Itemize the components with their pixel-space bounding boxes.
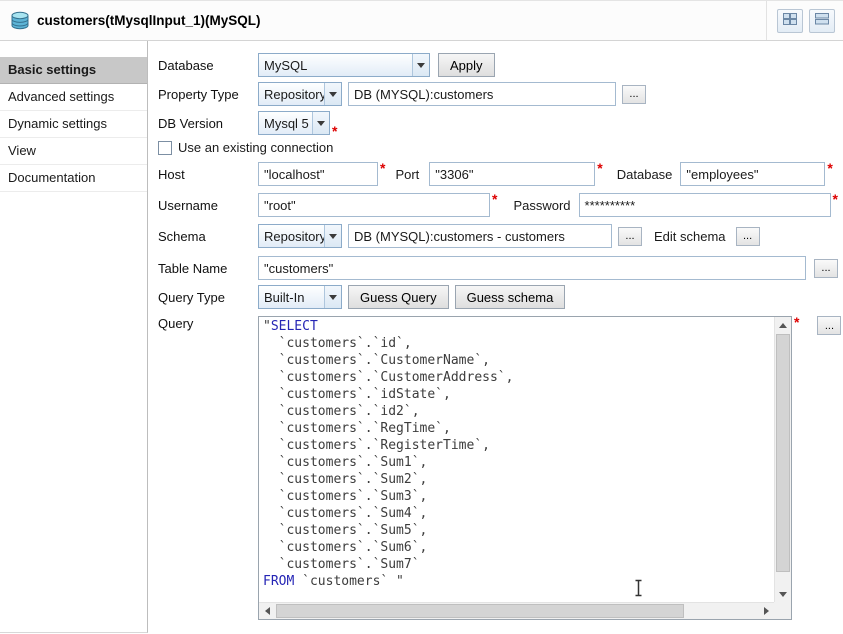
host-row: Host "localhost" * Port "3306" * Databas… (158, 162, 837, 186)
username-label: Username (158, 198, 258, 213)
password-field[interactable]: ********** (579, 193, 831, 217)
database-icon (10, 11, 30, 30)
guess-query-button[interactable]: Guess Query (348, 285, 449, 309)
query-row: Query "SELECT `customers`.`id`, `custome… (158, 316, 837, 620)
required-marker: * (597, 162, 602, 174)
query-type-label: Query Type (158, 290, 258, 305)
query-label: Query (158, 316, 258, 331)
titlebar-buttons (766, 1, 835, 40)
query-text[interactable]: "SELECT `customers`.`id`, `customers`.`C… (259, 317, 774, 602)
property-type-label: Property Type (158, 87, 258, 102)
edit-schema-button[interactable]: ... (736, 227, 760, 246)
scroll-up-icon[interactable] (775, 317, 791, 333)
horizontal-scrollbar[interactable] (259, 602, 774, 619)
use-existing-connection-label: Use an existing connection (178, 140, 333, 155)
property-type-row: Property Type Repository DB (MYSQL):cust… (158, 82, 837, 106)
sidebar-item-documentation[interactable]: Documentation (0, 165, 147, 192)
existing-connection-row: Use an existing connection (158, 140, 837, 155)
required-marker: * (492, 193, 497, 205)
table-name-browse-button[interactable]: ... (814, 259, 838, 278)
property-type-select[interactable]: Repository (258, 82, 342, 106)
settings-sidebar: Basic settings Advanced settings Dynamic… (0, 41, 148, 633)
query-browse-button[interactable]: ... (817, 316, 841, 335)
query-type-row: Query Type Built-In Guess Query Guess sc… (158, 285, 837, 309)
schema-label: Schema (158, 229, 258, 244)
sidebar-item-view[interactable]: View (0, 138, 147, 165)
vertical-scrollbar-thumb[interactable] (776, 334, 790, 572)
query-type-select[interactable]: Built-In (258, 285, 342, 309)
credentials-row: Username "root" * Password ********** * (158, 193, 837, 217)
chevron-down-icon (412, 54, 429, 76)
property-type-browse-button[interactable]: ... (622, 85, 646, 104)
use-existing-connection-checkbox[interactable] (158, 141, 172, 155)
horizontal-scrollbar-thumb[interactable] (276, 604, 684, 618)
basic-settings-panel: Database MySQL Apply Property Type Repos… (148, 41, 843, 633)
scroll-left-icon[interactable] (259, 603, 275, 619)
database-name-field[interactable]: "employees" (680, 162, 825, 186)
port-label: Port (395, 167, 419, 182)
port-field[interactable]: "3306" (429, 162, 595, 186)
required-marker: * (332, 127, 337, 135)
grid-layout-icon (783, 13, 797, 28)
sidebar-item-basic-settings[interactable]: Basic settings (0, 57, 147, 84)
vertical-scrollbar[interactable] (774, 317, 791, 602)
grid-layout-button[interactable] (777, 9, 803, 33)
property-repository-field[interactable]: DB (MYSQL):customers (348, 82, 616, 106)
host-label: Host (158, 167, 258, 182)
scrollbar-corner (774, 602, 791, 619)
schema-browse-button[interactable]: ... (618, 227, 642, 246)
schema-type-select[interactable]: Repository (258, 224, 342, 248)
query-editor[interactable]: "SELECT `customers`.`id`, `customers`.`C… (258, 316, 792, 620)
required-marker: * (794, 316, 799, 328)
required-marker: * (380, 162, 385, 174)
database-row: Database MySQL Apply (158, 53, 837, 77)
db-version-row: DB Version Mysql 5 * (158, 111, 837, 135)
username-field[interactable]: "root" (258, 193, 490, 217)
chevron-down-icon (324, 83, 341, 105)
host-field[interactable]: "localhost" (258, 162, 378, 186)
apply-button[interactable]: Apply (438, 53, 495, 77)
chevron-down-icon (324, 286, 341, 308)
table-name-row: Table Name "customers" ... (158, 256, 837, 280)
sidebar-item-advanced-settings[interactable]: Advanced settings (0, 84, 147, 111)
table-name-label: Table Name (158, 261, 258, 276)
schema-row: Schema Repository DB (MYSQL):customers -… (158, 224, 837, 248)
guess-schema-button[interactable]: Guess schema (455, 285, 566, 309)
scroll-down-icon[interactable] (775, 586, 791, 602)
chevron-down-icon (324, 225, 341, 247)
schema-repository-field[interactable]: DB (MYSQL):customers - customers (348, 224, 612, 248)
password-label: Password (513, 198, 570, 213)
table-name-field[interactable]: "customers" (258, 256, 806, 280)
component-titlebar: customers(tMysqlInput_1)(MySQL) (0, 0, 843, 41)
rows-layout-icon (815, 13, 829, 28)
sidebar-item-dynamic-settings[interactable]: Dynamic settings (0, 111, 147, 138)
database-label: Database (158, 58, 258, 73)
rows-layout-button[interactable] (809, 9, 835, 33)
component-title: customers(tMysqlInput_1)(MySQL) (37, 13, 261, 28)
db-version-select[interactable]: Mysql 5 (258, 111, 330, 135)
database-name-label: Database (617, 167, 673, 182)
scroll-right-icon[interactable] (758, 603, 774, 619)
database-type-value: MySQL (264, 58, 307, 73)
database-type-select[interactable]: MySQL (258, 53, 430, 77)
edit-schema-label: Edit schema (654, 229, 726, 244)
chevron-down-icon (312, 112, 329, 134)
db-version-label: DB Version (158, 116, 258, 131)
required-marker: * (827, 162, 832, 174)
required-marker: * (833, 193, 838, 205)
